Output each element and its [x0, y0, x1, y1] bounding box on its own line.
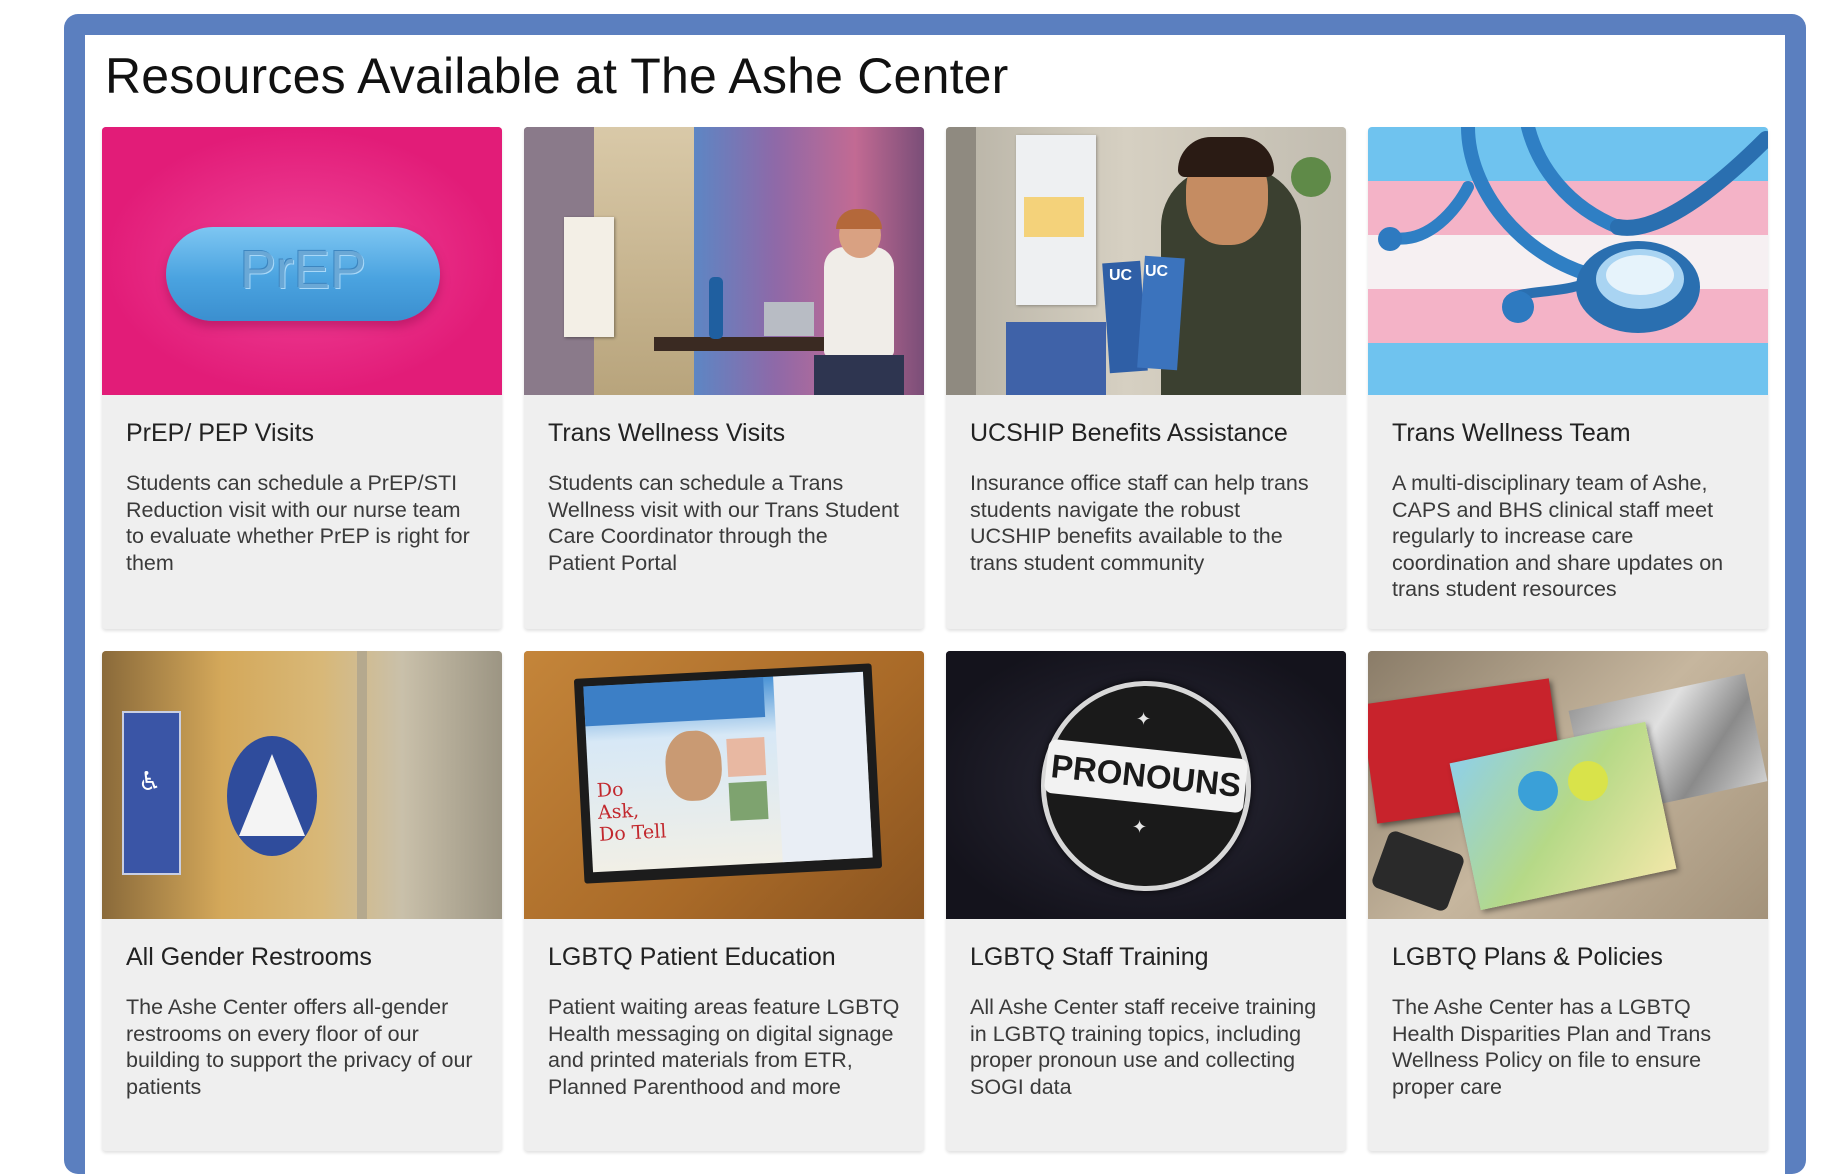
signage-text: Do Ask, Do Tell	[596, 778, 667, 846]
card-description: A multi-disciplinary team of Ashe, CAPS …	[1392, 471, 1724, 601]
restroom-sign-photo: ♿	[102, 651, 502, 919]
card-description: All Ashe Center staff receive training i…	[970, 995, 1317, 1099]
page-title: Resources Available at The Ashe Center	[105, 48, 1009, 104]
prep-pill-image: PrEP	[102, 127, 502, 395]
resource-card-ucship[interactable]: UC UC UCSHIP Benefits Assistance Insuran…	[946, 127, 1346, 629]
card-title[interactable]: Trans Wellness Team	[1392, 419, 1744, 448]
resource-card-trans-wellness-team[interactable]: Trans Wellness Team A multi-disciplinary…	[1368, 127, 1768, 629]
card-title[interactable]: LGBTQ Staff Training	[970, 943, 1322, 972]
accessibility-icon: ♿	[138, 766, 162, 796]
card-description: The Ashe Center has a LGBTQ Health Dispa…	[1392, 995, 1712, 1099]
card-title[interactable]: PrEP/ PEP Visits	[126, 419, 478, 448]
card-description: Patient waiting areas feature LGBTQ Heal…	[548, 995, 900, 1099]
stethoscope-icon	[1378, 127, 1768, 333]
triangle-icon	[239, 754, 305, 836]
card-title[interactable]: LGBTQ Patient Education	[548, 943, 900, 972]
pill-imprint: PrEP	[239, 240, 367, 300]
resources-panel: Resources Available at The Ashe Center P…	[85, 35, 1785, 1175]
card-description: Insurance office staff can help trans st…	[970, 471, 1309, 575]
card-title[interactable]: All Gender Restrooms	[126, 943, 478, 972]
resource-card-patient-education[interactable]: Do Ask, Do Tell LGBTQ Patient Education …	[524, 651, 924, 1151]
resource-card-plans-policies[interactable]: LGBTQ Plans & Policies The Ashe Center h…	[1368, 651, 1768, 1151]
card-description: The Ashe Center offers all-gender restro…	[126, 995, 473, 1099]
stethoscope-trans-flag-image	[1368, 127, 1768, 395]
staff-with-brochures-photo: UC UC	[946, 127, 1346, 395]
digital-signage-photo: Do Ask, Do Tell	[524, 651, 924, 919]
sparkle-icon: ✦	[1136, 709, 1152, 729]
card-title[interactable]: UCSHIP Benefits Assistance	[970, 419, 1322, 448]
sparkle-icon: ✦	[1132, 817, 1148, 837]
resource-card-restrooms[interactable]: ♿ All Gender Restrooms The Ashe Center o…	[102, 651, 502, 1151]
card-title[interactable]: Trans Wellness Visits	[548, 419, 900, 448]
pronouns-pin-photo: PRONOUNS ✦ ✦	[946, 651, 1346, 919]
brochures-and-condoms-photo	[1368, 651, 1768, 919]
resource-card-staff-training[interactable]: PRONOUNS ✦ ✦ LGBTQ Staff Training All As…	[946, 651, 1346, 1151]
card-description: Students can schedule a Trans Wellness v…	[548, 471, 899, 575]
person-at-desk-photo	[524, 127, 924, 395]
card-description: Students can schedule a PrEP/STI Reducti…	[126, 471, 470, 575]
resource-card-prep[interactable]: PrEP PrEP/ PEP Visits Students can sched…	[102, 127, 502, 629]
resource-card-trans-wellness-visits[interactable]: Trans Wellness Visits Students can sched…	[524, 127, 924, 629]
card-title[interactable]: LGBTQ Plans & Policies	[1392, 943, 1744, 972]
resource-grid: PrEP PrEP/ PEP Visits Students can sched…	[102, 127, 1772, 1151]
